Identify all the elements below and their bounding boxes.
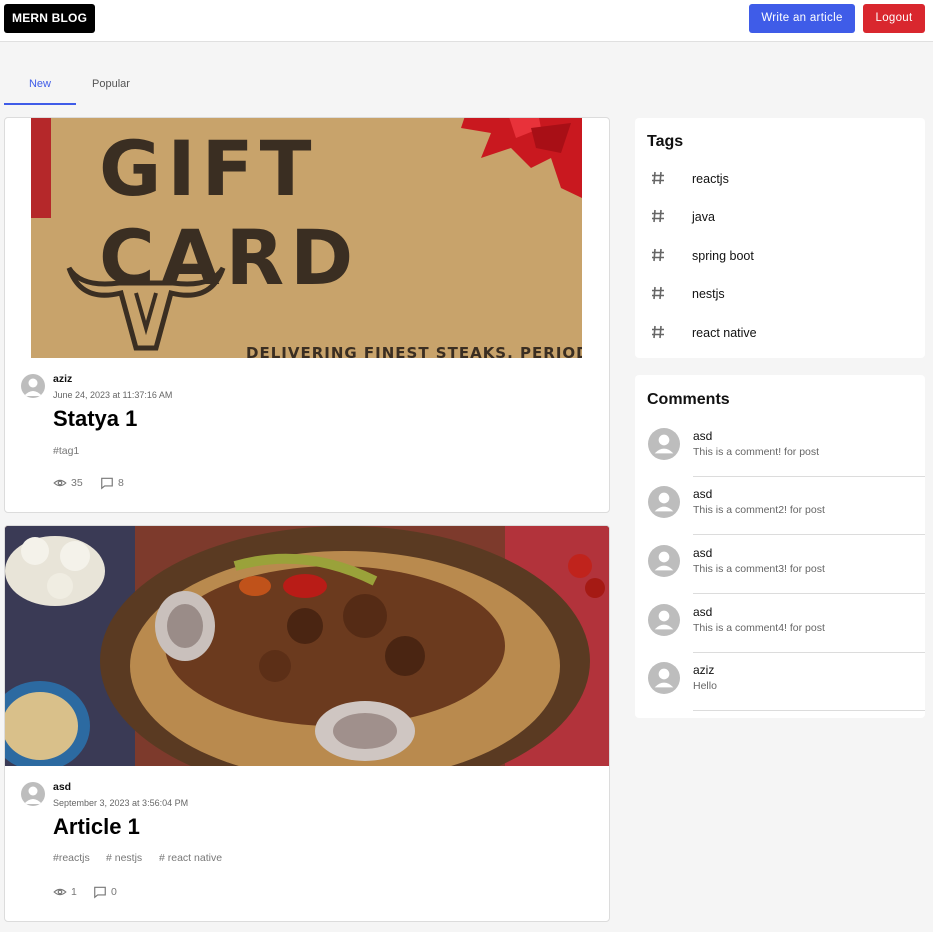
hash-icon bbox=[652, 209, 664, 223]
comment-author: asd bbox=[693, 487, 713, 501]
comment-avatar bbox=[648, 486, 680, 518]
comments-count: 0 bbox=[93, 885, 117, 899]
views-count: 1 bbox=[53, 885, 77, 899]
comment-item: asd This is a comment! for post bbox=[635, 418, 925, 477]
post-image[interactable] bbox=[5, 526, 609, 766]
eye-icon bbox=[53, 888, 67, 896]
tab-new[interactable]: New bbox=[4, 66, 76, 105]
post-image[interactable]: GIFT CARD DELIVERING FINEST STEAKS. PERI… bbox=[31, 118, 582, 358]
comment-text: Hello bbox=[693, 680, 717, 692]
divider bbox=[693, 710, 925, 711]
hash-icon bbox=[652, 248, 664, 262]
bow-icon bbox=[461, 118, 582, 198]
avatar-icon bbox=[654, 434, 674, 454]
comment-avatar bbox=[648, 428, 680, 460]
sidebar-tag-label: reactjs bbox=[692, 172, 729, 186]
comments-value: 0 bbox=[111, 886, 117, 898]
post-tag[interactable]: #reactjs bbox=[53, 852, 90, 864]
sidebar-tag-label: java bbox=[692, 210, 715, 224]
avatar-icon bbox=[654, 551, 674, 571]
sidebar-tag-item[interactable]: java bbox=[635, 199, 925, 237]
post-author[interactable]: aziz bbox=[53, 373, 72, 385]
post-card: GIFT CARD DELIVERING FINEST STEAKS. PERI… bbox=[4, 117, 610, 513]
hash-icon bbox=[652, 286, 664, 300]
sidebar-tag-item[interactable]: nestjs bbox=[635, 276, 925, 314]
comment-avatar bbox=[648, 604, 680, 636]
gift-card-subtitle: DELIVERING FINEST STEAKS. PERIOD bbox=[246, 344, 582, 358]
views-count: 35 bbox=[53, 476, 83, 490]
comments-count: 8 bbox=[100, 476, 124, 490]
post-tag[interactable]: # react native bbox=[159, 852, 222, 864]
food-photo bbox=[5, 526, 609, 766]
post-date: June 24, 2023 at 11:37:16 AM bbox=[53, 390, 173, 400]
logo[interactable]: MERN BLOG bbox=[4, 4, 96, 33]
comment-text: This is a comment4! for post bbox=[693, 622, 825, 634]
comments-value: 8 bbox=[118, 477, 124, 489]
comment-avatar bbox=[648, 545, 680, 577]
comment-author: asd bbox=[693, 605, 713, 619]
sidebar-tag-item[interactable]: react native bbox=[635, 315, 925, 353]
comment-item: asd This is a comment3! for post bbox=[635, 535, 925, 594]
post-tag[interactable]: # nestjs bbox=[106, 852, 142, 864]
sidebar-tag-label: react native bbox=[692, 326, 757, 340]
comment-text: This is a comment3! for post bbox=[693, 563, 825, 575]
comment-avatar bbox=[648, 662, 680, 694]
ribbon-bar bbox=[31, 118, 51, 218]
avatar-icon bbox=[24, 378, 42, 396]
comment-item: asd This is a comment2! for post bbox=[635, 476, 925, 535]
comment-item: asd This is a comment4! for post bbox=[635, 594, 925, 653]
write-article-button[interactable]: Write an article bbox=[749, 4, 855, 33]
comment-text: This is a comment2! for post bbox=[693, 504, 825, 516]
post-card: asd September 3, 2023 at 3:56:04 PM Arti… bbox=[4, 525, 610, 922]
sidebar-tag-label: spring boot bbox=[692, 249, 754, 263]
author-avatar[interactable] bbox=[21, 374, 45, 398]
post-date: September 3, 2023 at 3:56:04 PM bbox=[53, 798, 189, 808]
header: MERN BLOG Write an article Logout bbox=[0, 0, 933, 42]
logout-button[interactable]: Logout bbox=[863, 4, 925, 33]
views-value: 1 bbox=[71, 886, 77, 898]
hash-icon bbox=[652, 171, 664, 185]
post-tag[interactable]: #tag1 bbox=[53, 445, 79, 457]
author-avatar[interactable] bbox=[21, 782, 45, 806]
post-author[interactable]: asd bbox=[53, 781, 71, 793]
tab-popular[interactable]: Popular bbox=[76, 66, 146, 105]
comment-text: This is a comment! for post bbox=[693, 446, 820, 458]
sidebar-tag-label: nestjs bbox=[692, 287, 725, 301]
avatar-icon bbox=[654, 492, 674, 512]
comments-title: Comments bbox=[647, 391, 730, 408]
bull-logo-icon bbox=[66, 266, 226, 351]
avatar-icon bbox=[654, 668, 674, 688]
views-value: 35 bbox=[71, 477, 83, 489]
comments-panel: Comments asd This is a comment! for post… bbox=[635, 375, 925, 718]
comment-icon bbox=[101, 477, 113, 490]
hash-icon bbox=[652, 325, 664, 339]
avatar-icon bbox=[654, 610, 674, 630]
avatar-icon bbox=[24, 786, 42, 804]
sidebar-tag-item[interactable]: reactjs bbox=[635, 161, 925, 199]
comment-author: asd bbox=[693, 429, 713, 443]
comment-icon bbox=[94, 886, 106, 899]
tags-panel: Tags reactjs java spring boot nestjs rea… bbox=[635, 118, 925, 358]
post-title[interactable]: Statya 1 bbox=[53, 406, 137, 432]
eye-icon bbox=[53, 479, 67, 487]
post-title[interactable]: Article 1 bbox=[53, 814, 140, 840]
tags-title: Tags bbox=[647, 133, 684, 150]
sidebar-tag-item[interactable]: spring boot bbox=[635, 238, 925, 276]
comment-item: aziz Hello bbox=[635, 652, 925, 711]
comment-author: aziz bbox=[693, 663, 715, 677]
comment-author: asd bbox=[693, 546, 713, 560]
